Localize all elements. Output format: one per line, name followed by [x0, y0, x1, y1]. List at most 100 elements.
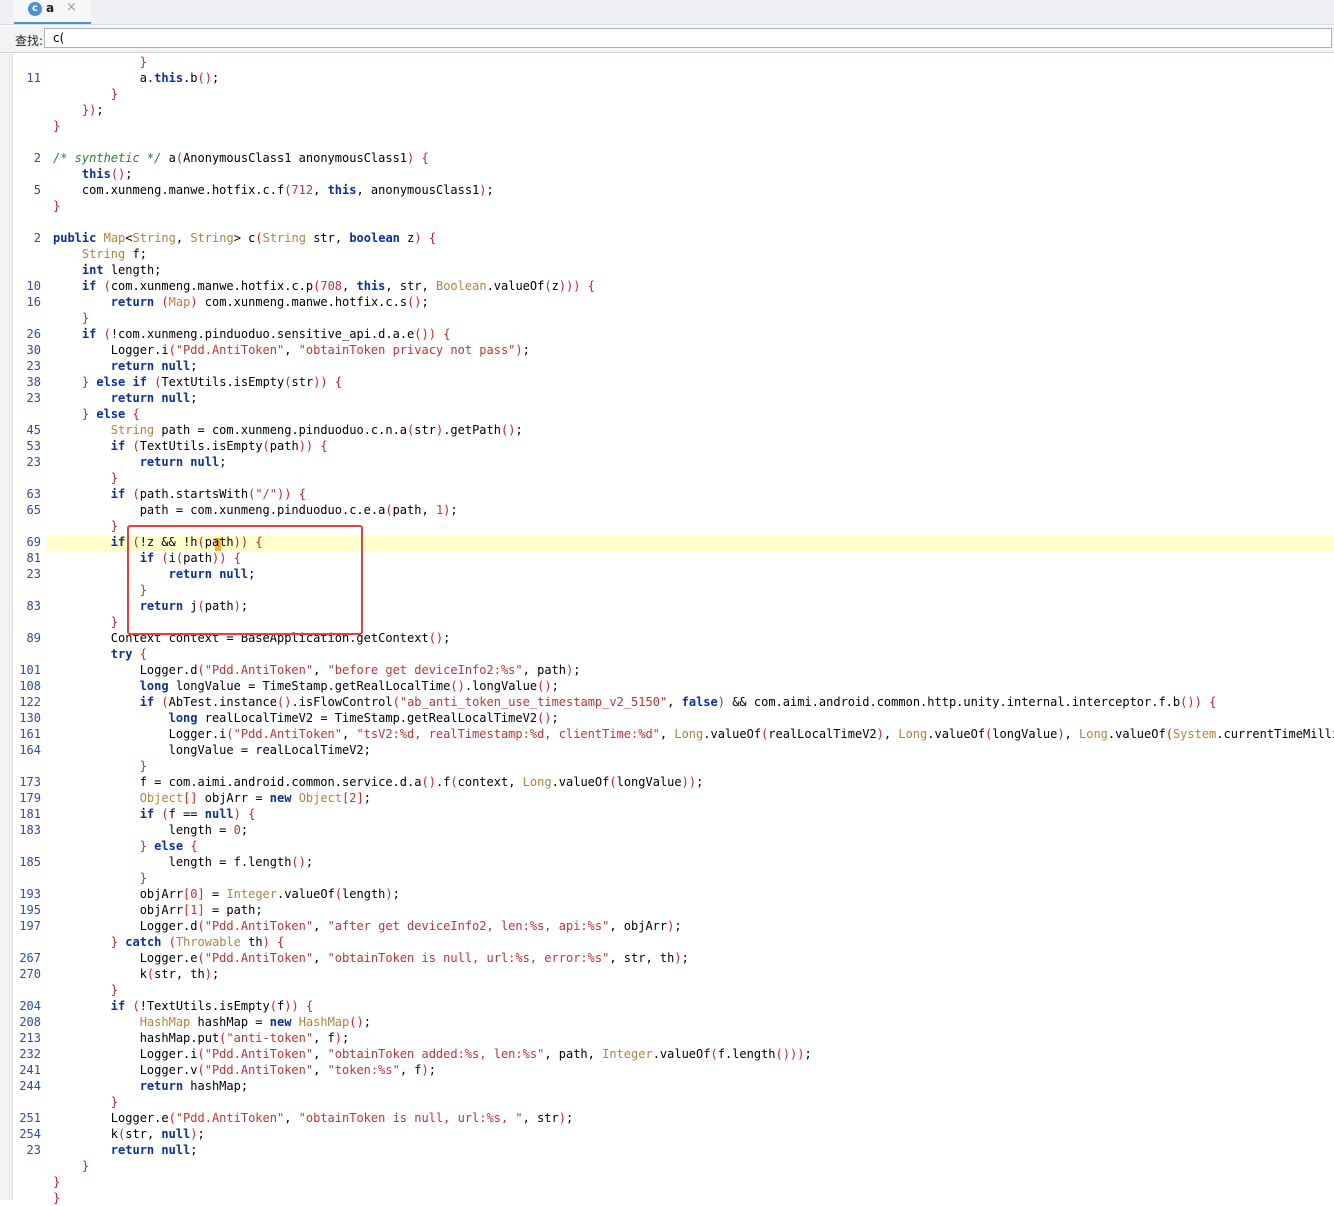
code-text: }	[110, 1095, 119, 1109]
code-line: int length;	[14, 262, 1334, 278]
code-line: 30 Logger.i("Pdd.AntiToken", "obtainToke…	[14, 342, 1334, 358]
line-number: 2	[33, 151, 41, 165]
line-number: 179	[19, 791, 41, 805]
editor-tab-a[interactable]: c a ×	[14, 0, 91, 24]
code-line: }	[14, 470, 1334, 486]
line-number: 5	[33, 183, 41, 197]
code-text: /* synthetic */ a(AnonymousClass1 anonym…	[53, 151, 429, 165]
code-text: long longValue = TimeStamp.getRealLocalT…	[139, 679, 559, 693]
line-number: 267	[19, 951, 41, 965]
code-text: path = com.xunmeng.pinduoduo.c.e.a(path,…	[53, 503, 458, 517]
line-number: 83	[26, 599, 41, 613]
line-number: 193	[19, 887, 41, 901]
code-line: 63 if (path.startsWith("/")) {	[14, 486, 1334, 502]
code-text: } else {	[139, 839, 198, 853]
code-text: Logger.v("Pdd.AntiToken", "token:%s", f)…	[53, 1063, 436, 1077]
line-number-gutter	[11, 54, 13, 1200]
code-line: });	[14, 102, 1334, 118]
code-line: 23 return null;	[14, 390, 1334, 406]
code-text: if (!TextUtils.isEmpty(f)) {	[110, 999, 314, 1013]
line-number: 11	[26, 71, 41, 85]
code-line: }	[14, 758, 1334, 774]
line-number: 161	[19, 727, 41, 741]
code-text: Logger.i("Pdd.AntiToken", "obtainToken p…	[53, 343, 530, 357]
code-line: } else {	[14, 406, 1334, 422]
code-editor[interactable]: ···· }11 a.this.b(); } });}2/* synthetic…	[0, 54, 1334, 1205]
code-text: length = f.length();	[53, 855, 314, 869]
code-line: 161 Logger.i("Pdd.AntiToken", "tsV2:%d, …	[14, 726, 1334, 742]
line-number: 69	[26, 535, 41, 549]
line-number: 26	[26, 327, 41, 341]
line-number: 204	[19, 999, 41, 1013]
find-label: 查找:	[15, 34, 44, 48]
close-icon[interactable]: ×	[66, 0, 77, 15]
code-line: 16 return (Map) com.xunmeng.manwe.hotfix…	[14, 294, 1334, 310]
code-line: this();	[14, 166, 1334, 182]
code-text: Logger.i("Pdd.AntiToken", "obtainToken a…	[53, 1047, 812, 1061]
code-text: objArr[1] = path;	[53, 903, 263, 917]
code-line: 11 a.this.b();	[14, 70, 1334, 86]
code-text: return null;	[139, 455, 227, 469]
code-text: }	[139, 55, 147, 69]
line-number: 232	[19, 1047, 41, 1061]
code-text: if (f == null) {	[139, 807, 256, 821]
code-text: if (path.startsWith("/")) {	[110, 487, 306, 501]
line-number: 101	[19, 663, 41, 677]
code-text: });	[81, 103, 104, 117]
code-line: try {	[14, 646, 1334, 662]
code-text: } else if (TextUtils.isEmpty(str)) {	[81, 375, 343, 389]
code-line: }	[14, 54, 1334, 70]
code-line: 251 Logger.e("Pdd.AntiToken", "obtainTok…	[14, 1110, 1334, 1126]
code-line: }	[14, 1190, 1334, 1206]
line-number: 16	[26, 295, 41, 309]
code-line: 267 Logger.e("Pdd.AntiToken", "obtainTok…	[14, 950, 1334, 966]
line-number: 53	[26, 439, 41, 453]
code-text: }	[81, 311, 90, 325]
left-panel-edge	[0, 54, 10, 1200]
code-line: 38 } else if (TextUtils.isEmpty(str)) {	[14, 374, 1334, 390]
line-number: 23	[26, 1143, 41, 1157]
line-number: 38	[26, 375, 41, 389]
code-text: return (Map) com.xunmeng.manwe.hotfix.c.…	[110, 295, 429, 309]
line-number: 173	[19, 775, 41, 789]
code-text: long realLocalTimeV2 = TimeStamp.getReal…	[168, 711, 559, 725]
code-line: 197 Logger.d("Pdd.AntiToken", "after get…	[14, 918, 1334, 934]
code-line: 254 k(str, null);	[14, 1126, 1334, 1142]
code-text: return null;	[110, 359, 198, 373]
code-text: }	[110, 519, 119, 533]
line-number: 122	[19, 695, 41, 709]
line-number: 89	[26, 631, 41, 645]
line-number: 254	[19, 1127, 41, 1141]
line-number: 195	[19, 903, 41, 917]
code-text: Logger.d("Pdd.AntiToken", "after get dev…	[53, 919, 682, 933]
code-line: 193 objArr[0] = Integer.valueOf(length);	[14, 886, 1334, 902]
code-text: }	[53, 1175, 61, 1189]
line-number: 108	[19, 679, 41, 693]
line-number: 2	[33, 231, 41, 245]
code-text: if (!com.xunmeng.pinduoduo.sensitive_api…	[81, 327, 451, 341]
code-text: HashMap hashMap = new HashMap();	[139, 1015, 371, 1029]
find-bar: 查找:	[0, 26, 1334, 53]
line-number: 63	[26, 487, 41, 501]
code-line: 213 hashMap.put("anti-token", f);	[14, 1030, 1334, 1046]
code-line: 5 com.xunmeng.manwe.hotfix.c.f(712, this…	[14, 182, 1334, 198]
code-text: return hashMap;	[139, 1079, 249, 1093]
code-text: public Map<String, String> c(String str,…	[53, 231, 437, 245]
code-line: 23 return null;	[14, 454, 1334, 470]
editor-tab-bar: c a ×	[0, 0, 1334, 25]
code-line: 173 f = com.aimi.android.common.service.…	[14, 774, 1334, 790]
code-text: }	[110, 983, 119, 997]
find-input[interactable]	[44, 28, 1332, 48]
code-line: 183 length = 0;	[14, 822, 1334, 838]
line-number: 65	[26, 503, 41, 517]
code-line: 164 longValue = realLocalTimeV2;	[14, 742, 1334, 758]
code-line: }	[14, 198, 1334, 214]
code-line: }	[14, 982, 1334, 998]
class-c-icon: c	[28, 2, 42, 16]
code-text: if (com.xunmeng.manwe.hotfix.c.p(708, th…	[81, 279, 595, 293]
code-text: longValue = realLocalTimeV2;	[53, 743, 371, 757]
code-line: 23 return null;	[14, 1142, 1334, 1158]
code-line: 10 if (com.xunmeng.manwe.hotfix.c.p(708,…	[14, 278, 1334, 294]
